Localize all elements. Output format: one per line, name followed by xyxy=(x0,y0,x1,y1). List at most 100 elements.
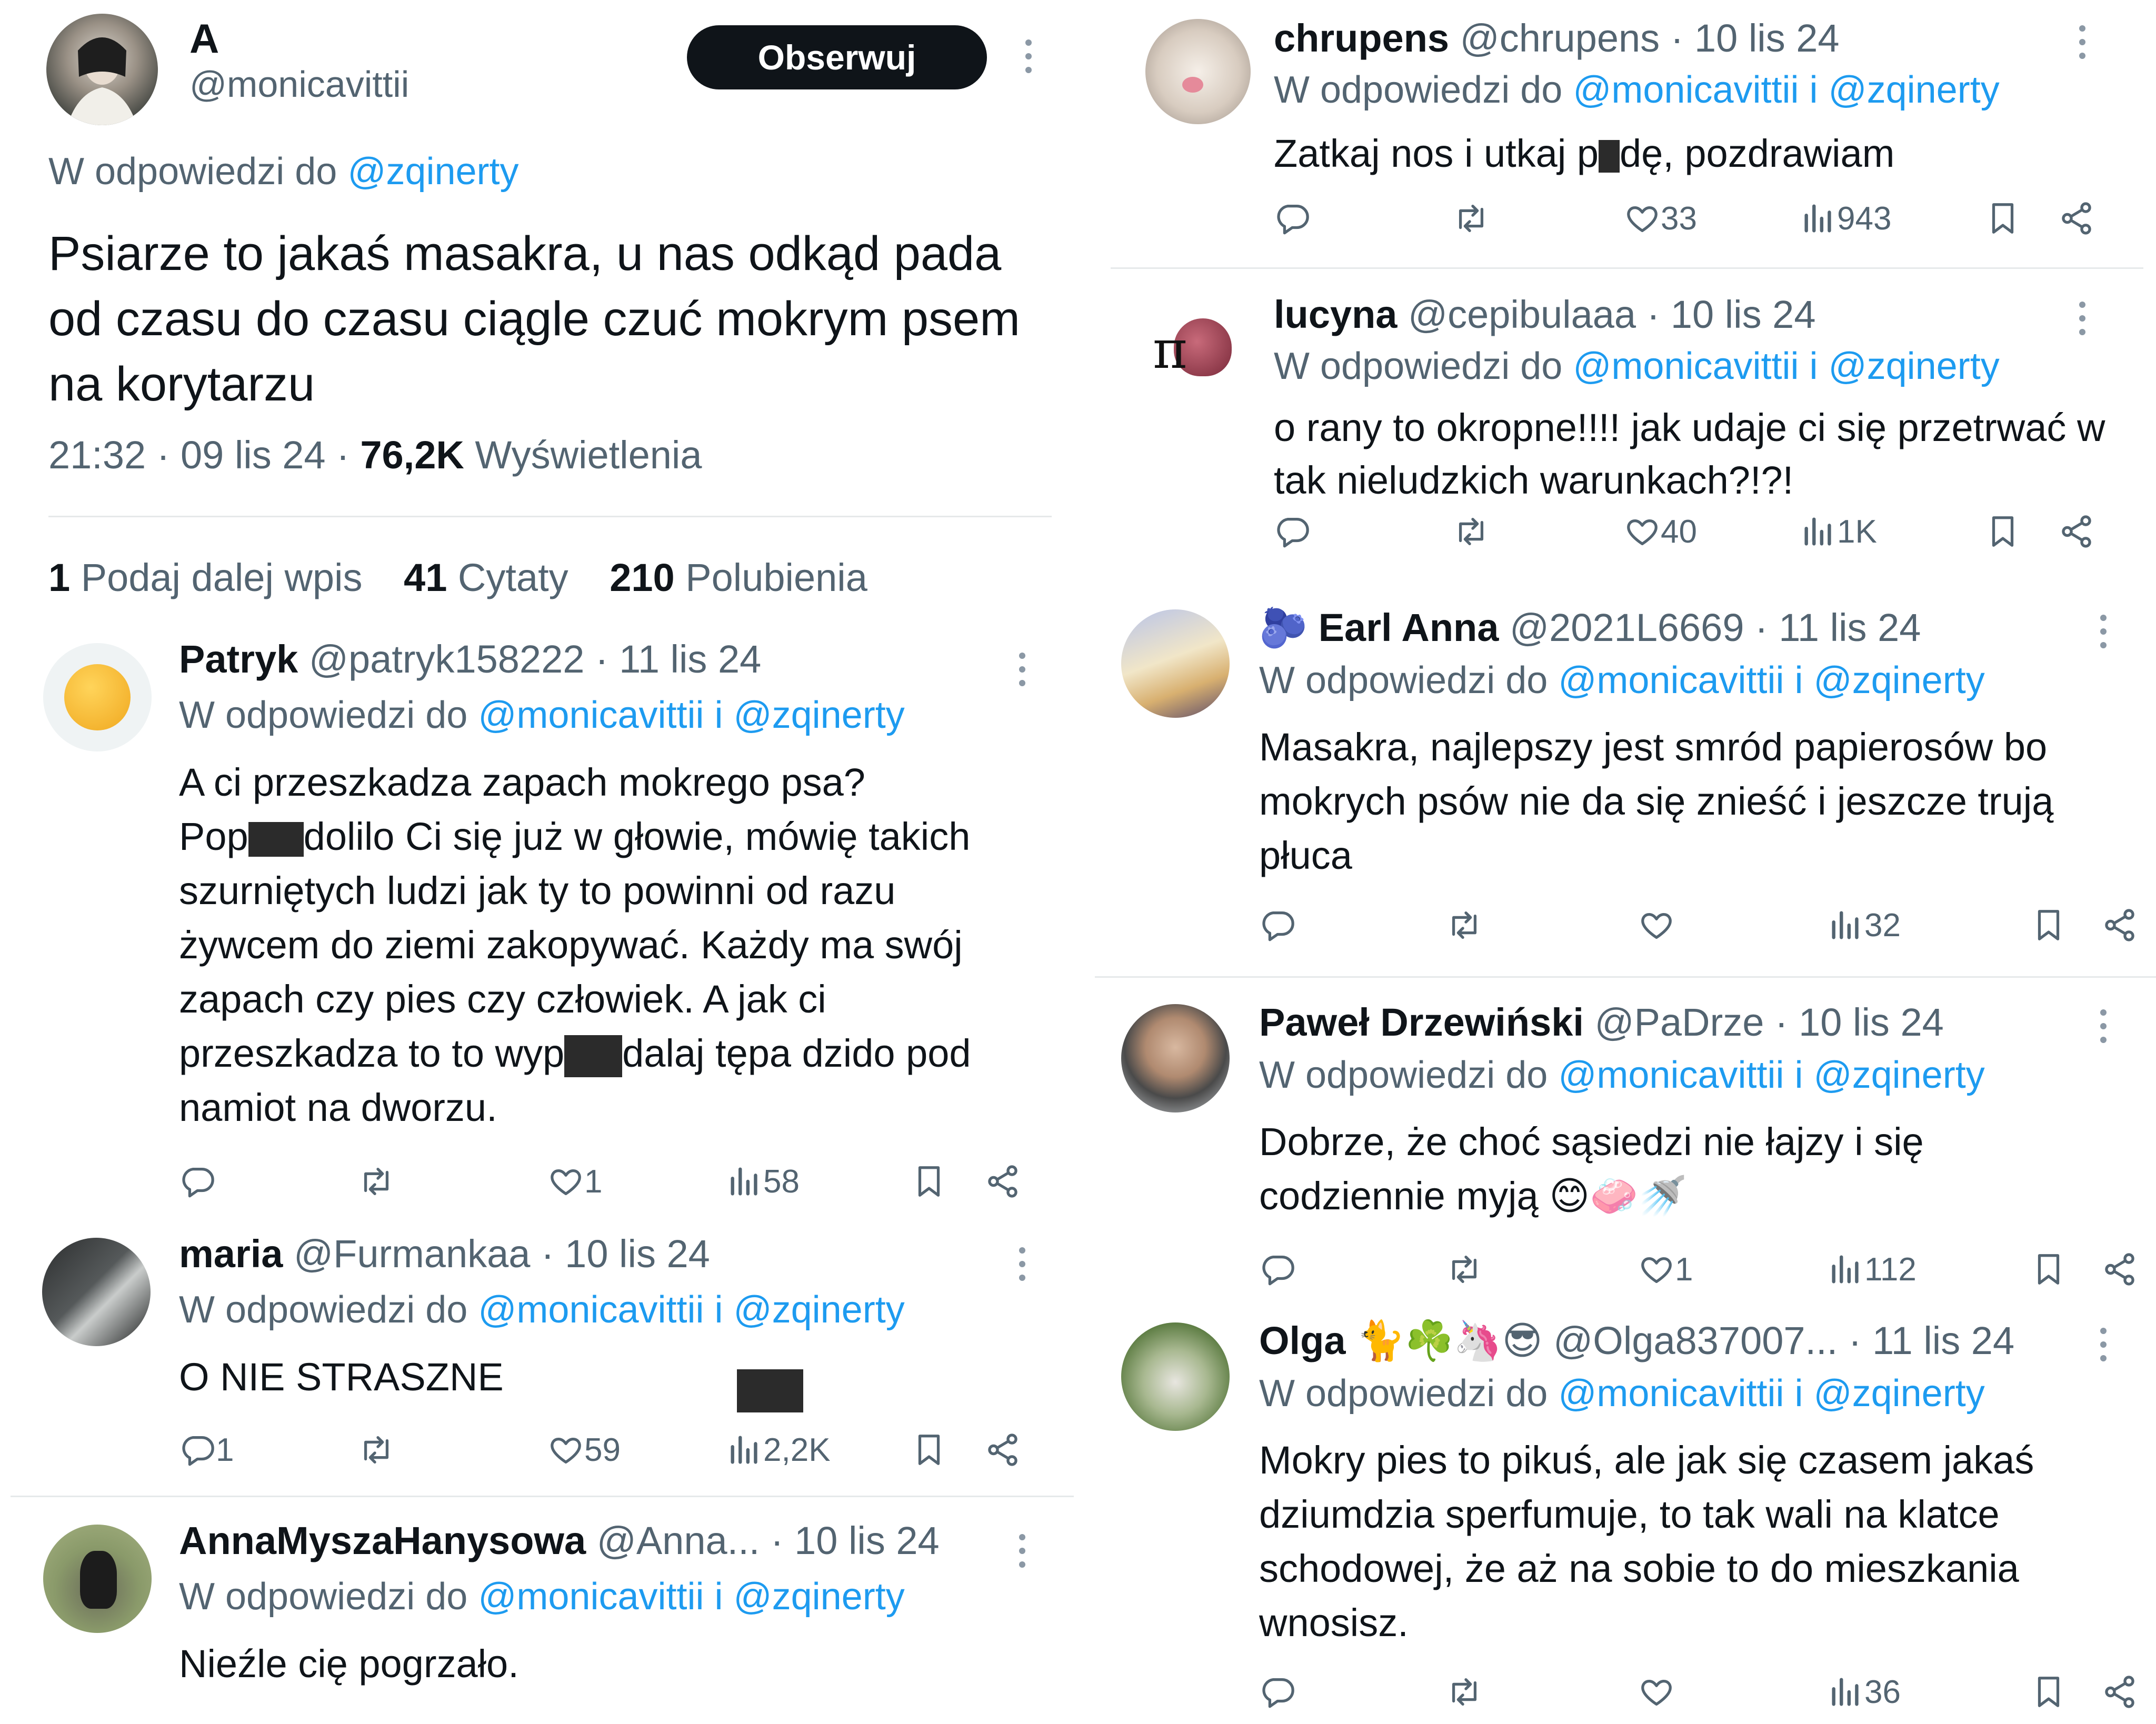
mention-links[interactable]: @monicavittii i @zqinerty xyxy=(478,1289,904,1331)
views-button[interactable]: 36 xyxy=(1828,1671,1901,1713)
reply-item[interactable]: maria @Furmankaa · 10 lis 24 W odpowiedz… xyxy=(0,1231,1074,1484)
retweet-button[interactable] xyxy=(1453,197,1490,239)
reply-date[interactable]: · 10 lis 24 xyxy=(1775,1000,1944,1044)
reply-button[interactable]: 1 xyxy=(179,1429,234,1471)
author-handle[interactable]: @monicavittii xyxy=(189,63,409,105)
avatar[interactable] xyxy=(43,643,152,751)
stat-reposts[interactable]: 1 Podaj dalej wpis xyxy=(48,556,362,599)
reply-date[interactable]: · 11 lis 24 xyxy=(595,637,761,681)
reply-date[interactable]: · 10 lis 24 xyxy=(1647,293,1816,336)
bookmark-button[interactable] xyxy=(2030,904,2067,946)
more-icon[interactable] xyxy=(2077,25,2088,66)
more-icon[interactable] xyxy=(1017,653,1027,694)
retweet-button[interactable] xyxy=(1453,510,1490,553)
retweet-button[interactable] xyxy=(358,1429,395,1471)
more-icon[interactable] xyxy=(1017,1247,1027,1288)
bookmark-button[interactable] xyxy=(1984,510,2021,553)
avatar[interactable] xyxy=(1145,19,1251,124)
avatar[interactable] xyxy=(1121,1004,1230,1112)
reply-item[interactable]: chrupens @chrupens · 10 lis 24 W odpowie… xyxy=(1095,16,2156,253)
stat-likes[interactable]: 210 Polubienia xyxy=(610,556,867,599)
reply-button[interactable] xyxy=(1259,1671,1296,1713)
views-button[interactable]: 112 xyxy=(1828,1248,1917,1290)
like-button[interactable]: 40 xyxy=(1624,510,1697,553)
reply-author-handle[interactable]: @Anna... xyxy=(597,1519,760,1562)
reply-author-name[interactable]: lucyna xyxy=(1274,293,1397,336)
follow-button[interactable]: Obserwuj xyxy=(687,25,987,89)
reply-button[interactable] xyxy=(1259,904,1296,946)
reply-author-handle[interactable]: @patryk158222 xyxy=(309,637,585,681)
more-icon[interactable] xyxy=(2098,615,2109,656)
mention-links[interactable]: @monicavittii i @zqinerty xyxy=(1573,69,1999,111)
reply-author-name[interactable]: AnnaMyszaHanysowa xyxy=(179,1519,586,1562)
mention-link[interactable]: @zqinerty xyxy=(347,151,518,193)
reply-author-name[interactable]: Patryk xyxy=(179,637,298,681)
like-button[interactable] xyxy=(1638,1671,1675,1713)
reply-author-handle[interactable]: @PaDrze xyxy=(1595,1000,1764,1044)
avatar[interactable] xyxy=(46,14,158,125)
views-button[interactable]: 32 xyxy=(1828,904,1901,946)
mention-links[interactable]: @monicavittii i @zqinerty xyxy=(1558,659,1984,701)
mention-links[interactable]: @monicavittii i @zqinerty xyxy=(1573,345,1999,387)
reply-author-name[interactable]: maria xyxy=(179,1232,283,1276)
tweet-time[interactable]: 21:32 xyxy=(48,433,146,477)
retweet-button[interactable] xyxy=(358,1160,395,1202)
reply-date[interactable]: · 11 lis 24 xyxy=(1755,606,1921,649)
reply-author-handle[interactable]: @chrupens xyxy=(1460,16,1660,60)
bookmark-button[interactable] xyxy=(911,1160,947,1202)
views-button[interactable]: 1K xyxy=(1800,510,1877,553)
reply-item[interactable]: Patryk @patryk158222 · 11 lis 24 W odpow… xyxy=(0,637,1074,1200)
stat-quotes[interactable]: 41 Cytaty xyxy=(404,556,568,599)
avatar[interactable] xyxy=(42,1238,151,1346)
like-button[interactable]: 1 xyxy=(547,1160,602,1202)
mention-links[interactable]: @monicavittii i @zqinerty xyxy=(1558,1372,1984,1415)
reply-author-handle[interactable]: @cepibulaaa xyxy=(1408,293,1636,336)
share-button[interactable] xyxy=(2101,1671,2138,1713)
mention-links[interactable]: @monicavittii i @zqinerty xyxy=(478,694,904,736)
reply-button[interactable] xyxy=(1259,1248,1296,1290)
bookmark-button[interactable] xyxy=(2030,1248,2067,1290)
reply-date[interactable]: · 11 lis 24 xyxy=(1849,1319,2014,1362)
like-button[interactable] xyxy=(1638,904,1675,946)
retweet-button[interactable] xyxy=(1446,1248,1483,1290)
more-icon[interactable] xyxy=(1023,39,1034,81)
more-icon[interactable] xyxy=(2098,1009,2109,1050)
share-button[interactable] xyxy=(984,1160,1021,1202)
author-name[interactable]: A xyxy=(189,15,219,63)
reply-author-handle[interactable]: @Furmankaa xyxy=(294,1232,530,1276)
reply-author-name[interactable]: Earl Anna xyxy=(1319,606,1499,649)
bookmark-button[interactable] xyxy=(2030,1671,2067,1713)
bookmark-button[interactable] xyxy=(1984,197,2021,239)
avatar[interactable]: π xyxy=(1147,313,1247,382)
like-button[interactable]: 1 xyxy=(1638,1248,1693,1290)
avatar[interactable] xyxy=(43,1525,152,1633)
reply-author-name[interactable]: Paweł Drzewiński xyxy=(1259,1000,1584,1044)
reply-item[interactable]: π lucyna @cepibulaaa · 10 lis 24 W odpow… xyxy=(1095,292,2156,576)
share-button[interactable] xyxy=(2101,1248,2138,1290)
reply-date[interactable]: · 10 lis 24 xyxy=(1671,16,1840,60)
reply-item[interactable]: 🫐 Earl Anna @2021L6669 · 11 lis 24 W odp… xyxy=(1095,605,2156,963)
reply-item[interactable]: Paweł Drzewiński @PaDrze · 10 lis 24 W o… xyxy=(1095,1000,2156,1305)
avatar[interactable] xyxy=(1121,1322,1230,1431)
reply-author-name[interactable]: chrupens xyxy=(1274,16,1449,60)
reply-date[interactable]: · 10 lis 24 xyxy=(541,1232,710,1276)
more-icon[interactable] xyxy=(1017,1534,1027,1575)
more-icon[interactable] xyxy=(2077,302,2088,343)
reply-author-name[interactable]: Olga xyxy=(1259,1319,1345,1362)
reply-button[interactable] xyxy=(1274,510,1311,553)
mention-links[interactable]: @monicavittii i @zqinerty xyxy=(1558,1054,1984,1096)
mention-links[interactable]: @monicavittii i @zqinerty xyxy=(478,1576,904,1618)
like-button[interactable]: 33 xyxy=(1624,197,1697,239)
share-button[interactable] xyxy=(984,1429,1021,1471)
reply-author-handle[interactable]: @Olga837007... xyxy=(1553,1319,1838,1362)
reply-button[interactable] xyxy=(1274,197,1311,239)
reply-item[interactable]: AnnaMyszaHanysowa @Anna... · 10 lis 24 W… xyxy=(0,1518,1074,1724)
share-button[interactable] xyxy=(2058,197,2095,239)
reply-author-handle[interactable]: @2021L6669 xyxy=(1510,606,1744,649)
retweet-button[interactable] xyxy=(1446,1671,1483,1713)
views-button[interactable]: 2,2K xyxy=(726,1429,831,1471)
avatar[interactable] xyxy=(1121,609,1230,718)
bookmark-button[interactable] xyxy=(911,1429,947,1471)
like-button[interactable]: 59 xyxy=(547,1429,621,1471)
views-button[interactable]: 58 xyxy=(726,1160,800,1202)
